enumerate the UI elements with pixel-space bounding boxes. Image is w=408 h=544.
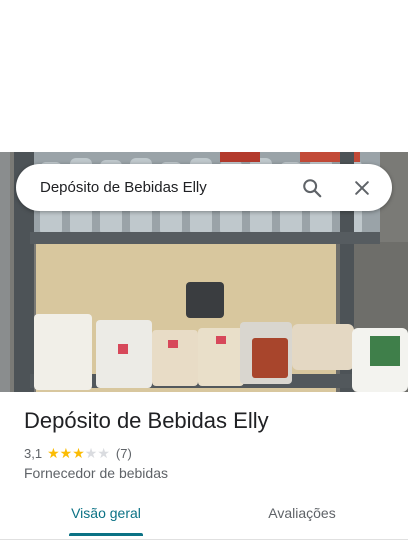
search-input[interactable]: Depósito de Bebidas Elly xyxy=(40,179,299,196)
star-icon: ★ xyxy=(84,445,98,461)
star-icon: ★ xyxy=(59,445,73,461)
rating-row[interactable]: 3,1 ★ ★ ★ ★ ★ (7) xyxy=(24,444,132,462)
blank-top-area xyxy=(0,0,408,152)
tab-bar: Visão geral Avaliações xyxy=(0,496,408,536)
place-title: Depósito de Bebidas Elly xyxy=(24,408,269,433)
tab-reviews[interactable]: Avaliações xyxy=(252,496,352,534)
star-icon: ★ xyxy=(72,445,85,461)
rating-value: 3,1 xyxy=(24,445,43,461)
tab-overview[interactable]: Visão geral xyxy=(58,496,154,534)
close-icon[interactable] xyxy=(349,175,375,201)
active-tab-indicator xyxy=(69,533,143,536)
tabs-divider xyxy=(0,539,408,540)
star-icon: ★ xyxy=(47,445,60,461)
star-icon: ★ xyxy=(97,445,110,461)
rating-stars: ★ ★ ★ ★ ★ xyxy=(47,446,110,460)
search-bar[interactable]: Depósito de Bebidas Elly xyxy=(16,164,392,211)
place-category[interactable]: Fornecedor de bebidas xyxy=(24,465,168,481)
review-count[interactable]: (7) xyxy=(116,446,132,461)
search-icon[interactable] xyxy=(299,175,325,201)
